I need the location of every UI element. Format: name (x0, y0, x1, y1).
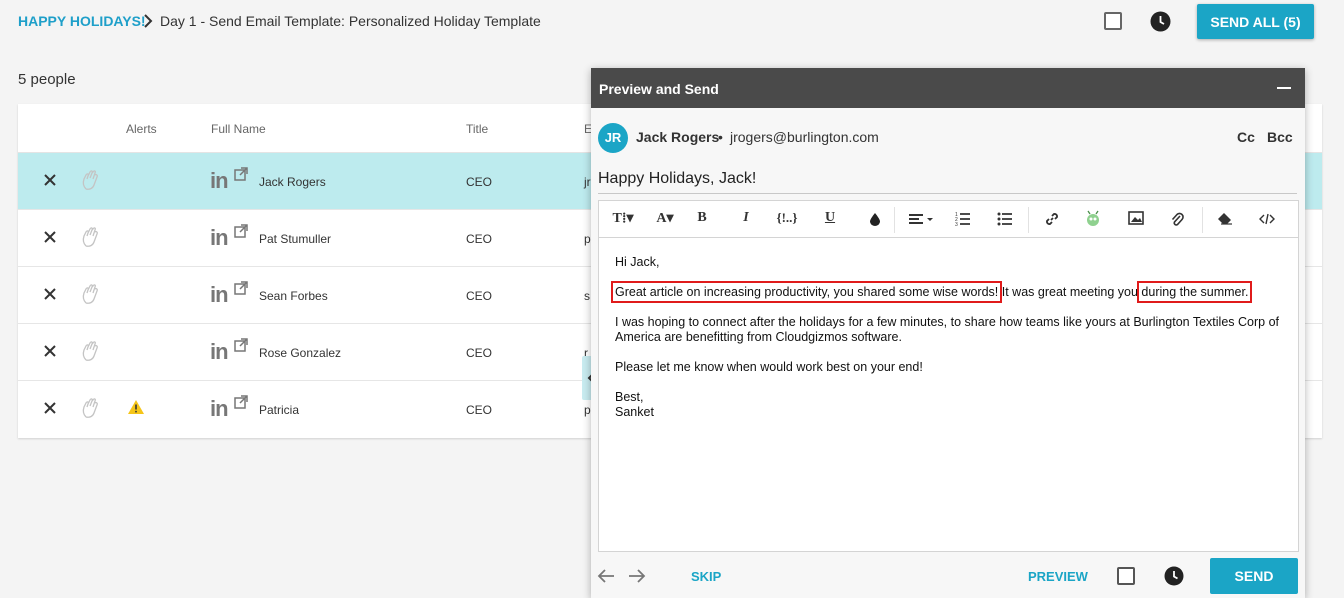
person-name[interactable]: Rose Gonzalez (259, 346, 341, 360)
svg-text:3: 3 (955, 222, 958, 227)
person-email: p (584, 232, 591, 246)
text-color-icon[interactable] (869, 212, 881, 226)
hand-icon (82, 284, 98, 304)
source-code-icon[interactable] (1259, 212, 1275, 226)
arrow-left-icon[interactable] (597, 568, 615, 584)
merge-field-button[interactable]: {!..} (771, 210, 803, 230)
italic-button[interactable]: I (739, 210, 753, 230)
linkedin-icon[interactable]: in (210, 225, 229, 251)
person-title: CEO (466, 232, 493, 246)
person-title: CEO (466, 289, 493, 303)
external-link-icon[interactable] (234, 167, 248, 181)
panel-footer: SKIP PREVIEW SEND (591, 554, 1305, 598)
subject-input[interactable] (598, 164, 1297, 194)
external-link-icon[interactable] (234, 395, 248, 409)
linkedin-icon[interactable]: in (210, 396, 229, 422)
linkedin-icon[interactable]: in (210, 339, 229, 365)
remove-icon[interactable] (42, 343, 58, 359)
remove-icon[interactable] (42, 400, 58, 416)
remove-icon[interactable] (42, 172, 58, 188)
person-title: CEO (466, 175, 493, 189)
cc-button[interactable]: Cc (1237, 129, 1255, 145)
avatar: JR (598, 123, 628, 153)
arrow-right-icon[interactable] (628, 568, 646, 584)
recipient-separator: • (718, 129, 723, 145)
person-title: CEO (466, 403, 493, 417)
eraser-icon[interactable] (1217, 212, 1233, 226)
body-text-span: It was great meeting you (998, 285, 1142, 299)
breadcrumb-current-page: Day 1 - Send Email Template: Personalize… (160, 13, 541, 29)
top-bar: HAPPY HOLIDAYS! Day 1 - Send Email Templ… (0, 0, 1344, 44)
bold-button[interactable]: B (695, 210, 709, 230)
column-header-title[interactable]: Title (466, 122, 488, 136)
font-button[interactable]: A▾ (651, 210, 679, 230)
person-email: p (584, 403, 591, 417)
editor-toolbar: T⁞▾ A▾ B I {!..} U 123 (599, 201, 1298, 238)
breadcrumb-campaign-link[interactable]: HAPPY HOLIDAYS! (18, 13, 146, 29)
image-icon[interactable] (1128, 211, 1144, 225)
bcc-button[interactable]: Bcc (1267, 129, 1293, 145)
minimize-icon[interactable] (1277, 87, 1291, 89)
recipient-name: Jack Rogers (636, 129, 720, 145)
person-name[interactable]: Pat Stumuller (259, 232, 331, 246)
person-name[interactable]: Patricia (259, 403, 299, 417)
body-paragraph: Great article on increasing productivity… (610, 281, 1295, 303)
underline-button[interactable]: U (823, 210, 837, 230)
remove-icon[interactable] (42, 286, 58, 302)
linkedin-icon[interactable]: in (210, 168, 229, 194)
schedule-clock-icon[interactable] (1164, 566, 1184, 586)
people-count: 5 people (18, 71, 76, 88)
body-signoff: Best, (615, 390, 644, 404)
external-link-icon[interactable] (234, 224, 248, 238)
send-button[interactable]: SEND (1210, 558, 1298, 594)
warning-icon[interactable] (127, 399, 145, 415)
highlighted-phrase: during the summer. (1137, 281, 1253, 303)
person-name[interactable]: Jack Rogers (259, 175, 326, 189)
external-link-icon[interactable] (234, 338, 248, 352)
body-greeting: Hi Jack, (615, 255, 660, 269)
linkedin-icon[interactable]: in (210, 282, 229, 308)
person-title: CEO (466, 346, 493, 360)
hand-icon (82, 227, 98, 247)
body-paragraph: I was hoping to connect after the holida… (615, 315, 1280, 344)
hand-icon (82, 398, 98, 418)
select-all-checkbox[interactable] (1104, 12, 1122, 30)
text-size-button[interactable]: T⁞▾ (609, 210, 637, 230)
panel-title: Preview and Send (599, 81, 719, 97)
chevron-right-icon (144, 14, 153, 28)
person-email: jr (584, 175, 591, 189)
preview-button[interactable]: PREVIEW (1028, 569, 1088, 584)
external-link-icon[interactable] (234, 281, 248, 295)
preview-send-panel: Preview and Send JR Jack Rogers • jroger… (591, 68, 1305, 598)
person-name[interactable]: Sean Forbes (259, 289, 328, 303)
column-header-alerts[interactable]: Alerts (126, 122, 157, 136)
einstein-icon[interactable] (1085, 210, 1101, 228)
body-signature: Sanket (615, 405, 654, 419)
toolbar-divider (894, 207, 895, 233)
toolbar-divider (1202, 207, 1203, 233)
attachment-icon[interactable] (1170, 210, 1184, 228)
numbered-list-icon[interactable]: 123 (955, 211, 971, 227)
toolbar-divider (1028, 207, 1029, 233)
panel-header: Preview and Send (591, 68, 1305, 108)
email-editor[interactable]: T⁞▾ A▾ B I {!..} U 123 Hi Jack, Great ar… (598, 200, 1299, 552)
hand-icon (82, 170, 98, 190)
skip-button[interactable]: SKIP (691, 569, 721, 584)
email-body[interactable]: Hi Jack, Great article on increasing pro… (610, 255, 1295, 420)
schedule-clock-icon[interactable] (1150, 11, 1171, 32)
link-icon[interactable] (1044, 211, 1060, 227)
highlighted-phrase: Great article on increasing productivity… (610, 281, 1003, 303)
column-header-full-name[interactable]: Full Name (211, 122, 266, 136)
checkbox[interactable] (1117, 567, 1135, 585)
send-all-button[interactable]: SEND ALL (5) (1197, 4, 1314, 39)
bullet-list-icon[interactable] (997, 211, 1013, 227)
person-email: s (584, 289, 590, 303)
recipient-email: jrogers@burlington.com (730, 129, 879, 145)
hand-icon (82, 341, 98, 361)
body-paragraph: Please let me know when would work best … (615, 360, 923, 374)
align-icon[interactable] (908, 213, 934, 227)
remove-icon[interactable] (42, 229, 58, 245)
